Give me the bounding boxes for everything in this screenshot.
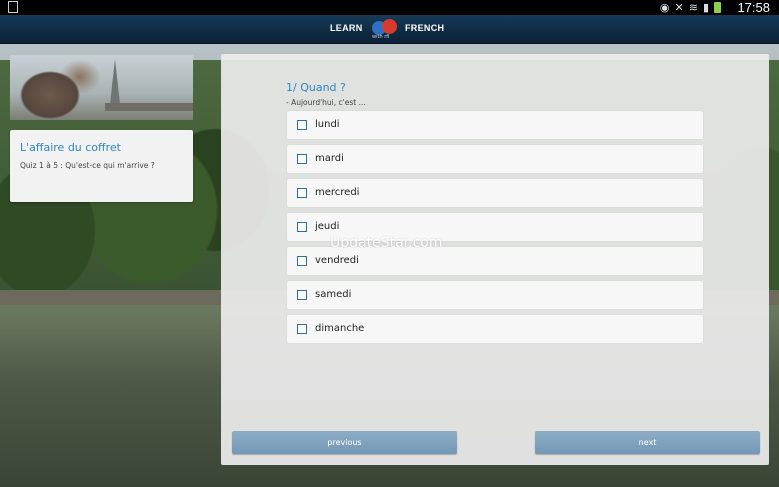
answer-checkbox[interactable] (297, 154, 307, 164)
logo-learn-text: LEARN (330, 23, 363, 33)
previous-button[interactable]: previous (232, 431, 457, 454)
app-header: LEARN with rfi FRENCH (0, 15, 779, 44)
answer-option-mercredi[interactable]: mercredi (287, 179, 703, 207)
thumbnail-eiffel-tower (110, 59, 120, 104)
logo-french-text: FRENCH (405, 23, 445, 33)
answer-checkbox[interactable] (297, 222, 307, 232)
watermark: UpdateStar.com (330, 235, 443, 251)
question-title: 1/ Quand ? (286, 81, 346, 94)
answer-option-mardi[interactable]: mardi (287, 145, 703, 173)
wifi-icon: ≋ (688, 1, 698, 14)
question-prompt: - Aujourd'hui, c'est ... (286, 98, 366, 107)
answer-checkbox[interactable] (297, 290, 307, 300)
rfi-logo-icon (372, 19, 398, 35)
quiz-panel: 1/ Quand ? - Aujourd'hui, c'est ... lund… (221, 54, 769, 465)
thumbnail-statue (10, 55, 105, 120)
answer-label: samedi (315, 289, 352, 300)
answer-option-dimanche[interactable]: dimanche (287, 315, 703, 343)
answer-checkbox[interactable] (297, 120, 307, 130)
lesson-thumbnail (10, 55, 193, 120)
answer-checkbox[interactable] (297, 188, 307, 198)
next-button[interactable]: next (535, 431, 760, 454)
answer-option-vendredi[interactable]: vendredi (287, 247, 703, 275)
answer-label: jeudi (315, 221, 340, 232)
answer-checkbox[interactable] (297, 324, 307, 334)
lesson-subtitle: Quiz 1 à 5 : Qu'est-ce qui m'arrive ? (20, 161, 155, 170)
answer-label: dimanche (315, 323, 365, 334)
thumbnail-bridge (105, 103, 193, 111)
answer-label: lundi (315, 119, 340, 130)
answer-label: mercredi (315, 187, 360, 198)
lesson-title: L'affaire du coffret (20, 141, 121, 154)
status-icons: ◉ ✕ ≋ ▮ (660, 1, 721, 14)
status-clock: 17:58 (737, 0, 770, 15)
eye-icon: ◉ (659, 1, 670, 14)
status-bar: ◉ ✕ ≋ ▮ 17:58 (0, 0, 779, 15)
notification-icon (8, 1, 18, 13)
lesson-info-card: L'affaire du coffret Quiz 1 à 5 : Qu'est… (10, 130, 193, 202)
answer-option-lundi[interactable]: lundi (287, 111, 703, 139)
mute-icon: ✕ (674, 1, 684, 14)
answer-checkbox[interactable] (297, 256, 307, 266)
app-logo: LEARN with rfi FRENCH (330, 18, 450, 42)
logo-subtitle: with rfi (372, 34, 390, 40)
logo-red-circle (382, 19, 397, 34)
signal-icon: ▮ (702, 1, 709, 14)
answer-label: vendredi (315, 255, 359, 266)
answer-option-samedi[interactable]: samedi (287, 281, 703, 309)
answer-label: mardi (315, 153, 344, 164)
battery-icon (714, 2, 721, 13)
answer-options: lundi mardi mercredi jeudi vendredi same… (287, 111, 703, 349)
